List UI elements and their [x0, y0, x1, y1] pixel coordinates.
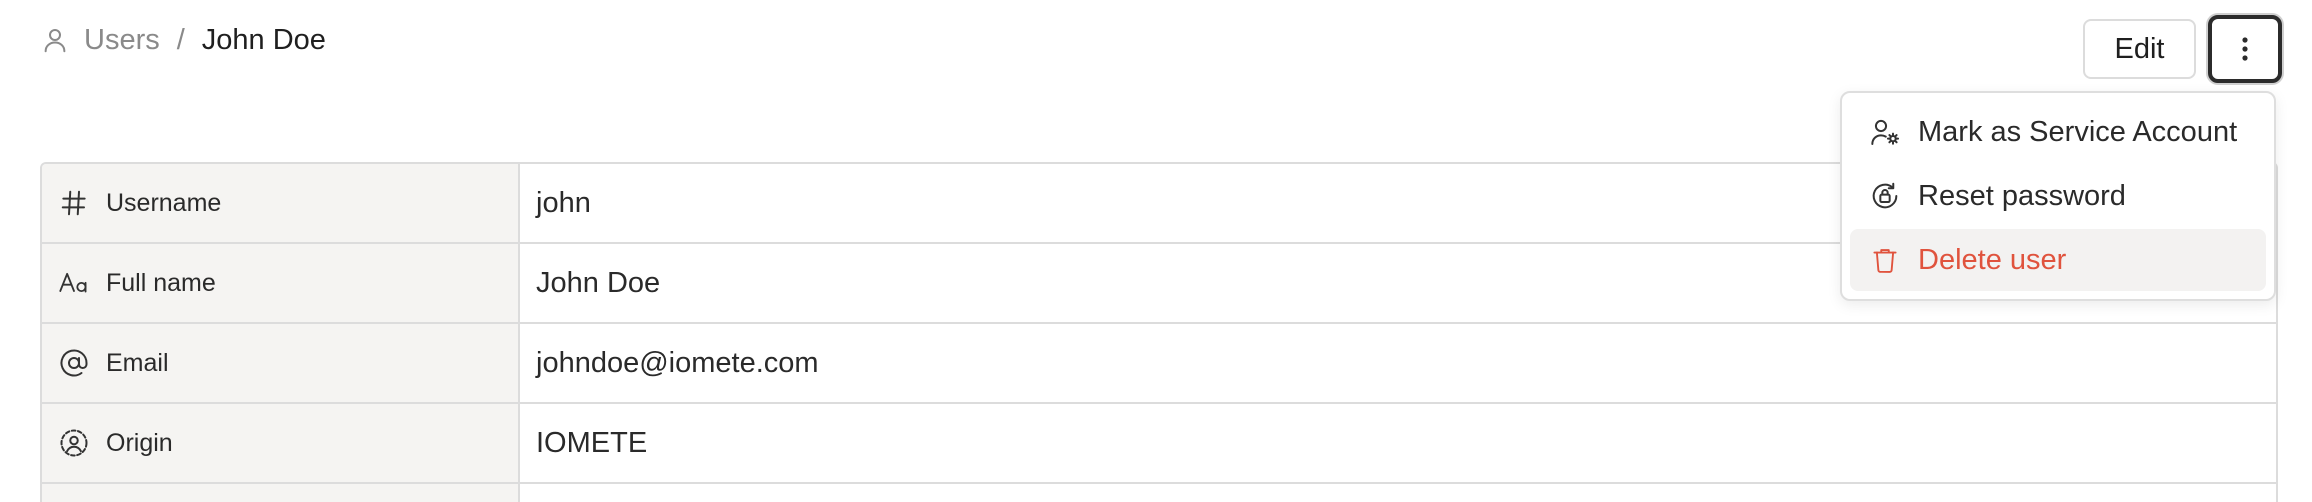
- more-actions-button[interactable]: [2208, 15, 2282, 83]
- table-row-email: Email johndoe@iomete.com: [42, 324, 2276, 404]
- menu-item-delete-user[interactable]: Delete user: [1850, 229, 2266, 291]
- more-vertical-icon: [2241, 36, 2249, 62]
- menu-item-reset-password[interactable]: Reset password: [1850, 165, 2266, 227]
- menu-item-mark-service-account[interactable]: Mark as Service Account: [1850, 101, 2266, 163]
- row-value: IOMETE: [536, 426, 648, 459]
- user-icon: [40, 25, 70, 55]
- row-label: Email: [106, 348, 169, 377]
- row-label: Username: [106, 188, 222, 217]
- at-sign-icon: [58, 347, 90, 379]
- breadcrumb-root-link[interactable]: Users: [84, 24, 160, 57]
- trash-icon: [1868, 243, 1902, 277]
- row-label: Full name: [106, 268, 216, 297]
- hash-icon: [58, 187, 90, 219]
- menu-item-label: Reset password: [1918, 179, 2126, 212]
- row-label-cell: [42, 484, 520, 502]
- user-cog-icon: [1868, 115, 1902, 149]
- breadcrumb: Users / John Doe: [40, 20, 326, 60]
- breadcrumb-current: John Doe: [201, 23, 326, 56]
- more-actions-menu: Mark as Service Account Reset password D…: [1840, 91, 2276, 301]
- row-label-cell: Origin: [42, 404, 520, 482]
- row-value: johndoe@iomete.com: [536, 346, 819, 379]
- menu-item-label: Delete user: [1918, 243, 2067, 276]
- lock-reset-icon: [1868, 179, 1902, 213]
- table-row: [42, 484, 2276, 502]
- row-label: Origin: [106, 428, 173, 457]
- menu-item-label: Mark as Service Account: [1918, 115, 2238, 148]
- edit-button[interactable]: Edit: [2083, 19, 2196, 79]
- text-case-icon: [58, 267, 90, 299]
- row-label-cell: Email: [42, 324, 520, 402]
- row-label-cell: Username: [42, 164, 520, 242]
- breadcrumb-separator: /: [176, 23, 185, 56]
- row-label-cell: Full name: [42, 244, 520, 322]
- user-circle-icon: [58, 427, 90, 459]
- row-value: [520, 484, 2276, 502]
- table-row-origin: Origin IOMETE: [42, 404, 2276, 484]
